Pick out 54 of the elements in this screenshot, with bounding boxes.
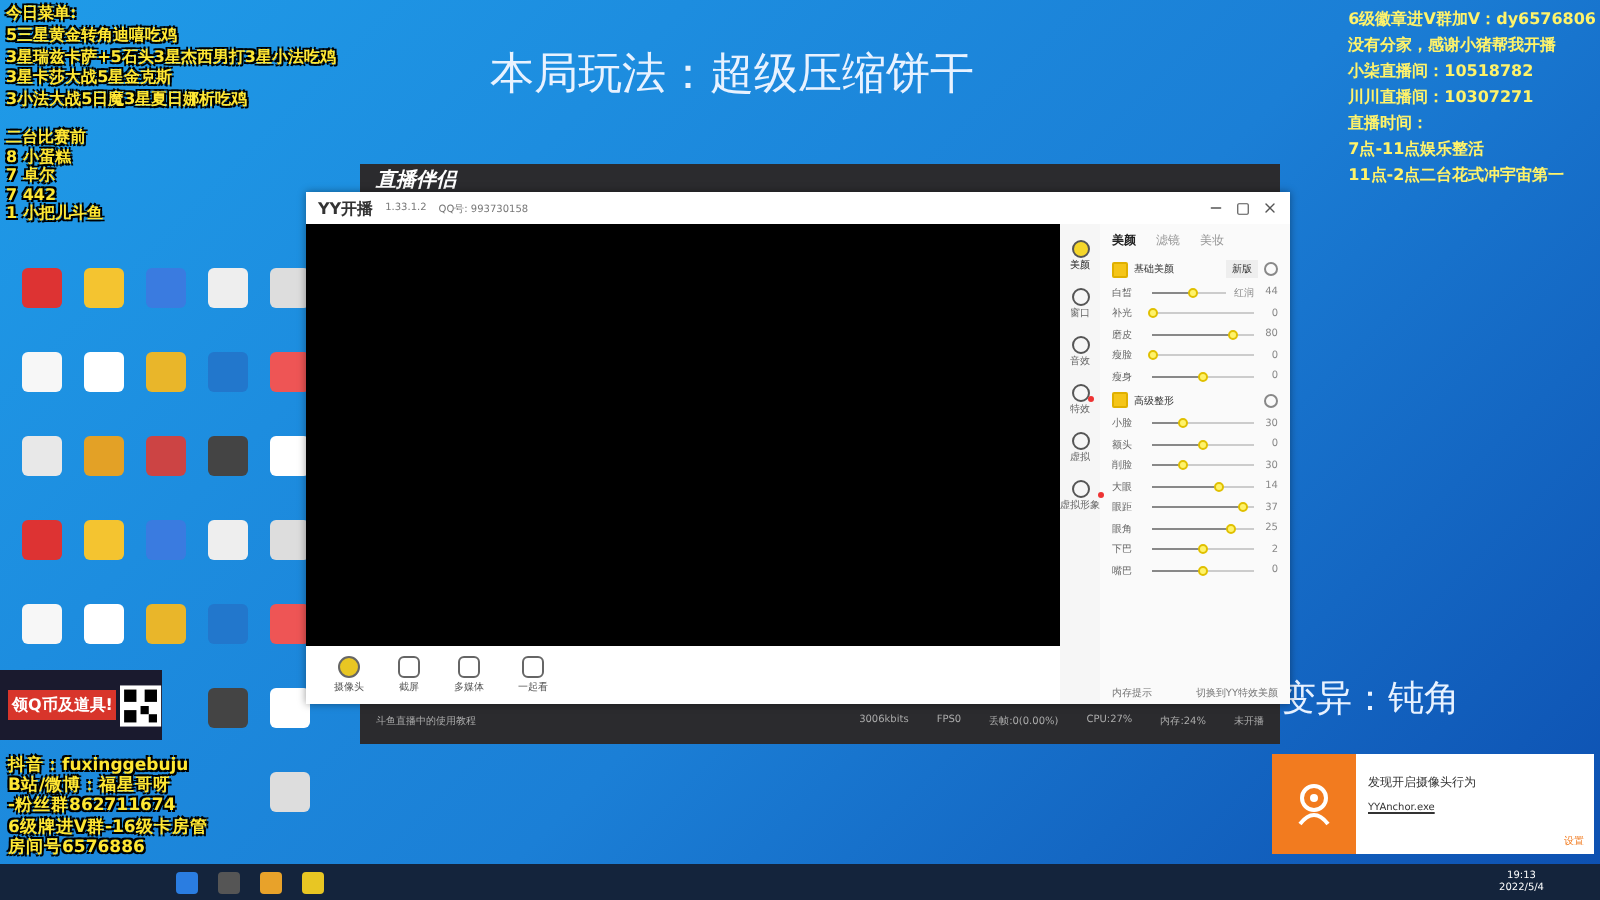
overlay-text: 房间号6576886 xyxy=(8,837,145,858)
window-title: YY开播 xyxy=(318,197,374,219)
slider-thumb[interactable] xyxy=(1147,308,1157,319)
slider-thumb[interactable] xyxy=(1198,439,1208,450)
overlay-text: 11点-2点二台花式冲宇宙第一 xyxy=(1348,164,1565,188)
taskbar-icon[interactable] xyxy=(176,871,198,893)
overlay-text: 7点-11点娱乐整活 xyxy=(1348,138,1485,162)
overlay-text: 7 442 xyxy=(6,185,57,204)
slider-thumb[interactable] xyxy=(1228,329,1239,340)
slider-thumb[interactable] xyxy=(1177,460,1188,471)
desktop-icon[interactable] xyxy=(270,352,310,392)
overlay-text: 7 卓尔 xyxy=(6,166,55,186)
qr-code-icon xyxy=(120,679,162,731)
overlay-text: 3小法大战5日魔3星夏日娜析吃鸡 xyxy=(6,90,248,112)
checkbox[interactable] xyxy=(1112,261,1128,277)
reset-icon[interactable] xyxy=(1264,393,1278,407)
overlay-text: 6级牌进V群-16级卡房管 xyxy=(8,817,208,838)
reset-icon[interactable] xyxy=(1264,262,1278,276)
slider-thumb[interactable] xyxy=(1213,481,1224,492)
overlay-text: 3星卡莎大战5星金克斯 xyxy=(6,68,173,90)
maximize-icon[interactable] xyxy=(1236,201,1250,215)
slider-thumb[interactable] xyxy=(1238,502,1249,513)
slider-thumb[interactable] xyxy=(1198,371,1208,382)
overlay-text: -粉丝群862711674 xyxy=(8,796,176,817)
overlay-text: 1 小把儿斗鱼 xyxy=(6,204,103,224)
overlay-text: 直播时间： xyxy=(1348,112,1429,136)
desktop-icon[interactable] xyxy=(270,436,310,476)
overlay-text: 8 小蛋糕 xyxy=(6,147,71,166)
close-icon[interactable] xyxy=(1262,200,1278,216)
slider-thumb[interactable] xyxy=(1147,350,1157,361)
desktop-icon[interactable] xyxy=(270,604,310,644)
slider-thumb[interactable] xyxy=(1226,523,1237,534)
desktop-icon[interactable] xyxy=(270,268,310,308)
desktop-icon[interactable] xyxy=(270,520,310,560)
game-mode-title: 本局玩法：超级压缩饼干 xyxy=(490,48,974,104)
overlay-text: 3星瑞兹卡萨+5石头3星杰西男打3星小法吃鸡 xyxy=(6,47,336,68)
slider-thumb[interactable] xyxy=(1177,418,1188,429)
overlay-text: 6级徽章进V群加V：dy6576806 xyxy=(1348,8,1596,32)
taskbar-icon[interactable] xyxy=(302,871,324,893)
overlay-text: 二台比赛前 xyxy=(6,127,86,148)
window-title: 直播伴侣 xyxy=(376,167,456,194)
overlay-text: 抖音：fuxinggebuju xyxy=(8,756,189,776)
slider-thumb[interactable] xyxy=(1198,544,1208,555)
overlay-text: 没有分家，感谢小猪帮我开播 xyxy=(1348,34,1557,58)
overlay-text: 川川直播间：10307271 xyxy=(1348,86,1534,110)
overlay-text: 小柒直播间：10518782 xyxy=(1348,60,1534,84)
overlay-text: B站/微博：福星哥呀 xyxy=(8,776,172,797)
slider-thumb[interactable] xyxy=(1198,565,1208,576)
checkbox[interactable] xyxy=(1112,392,1128,408)
slider-thumb[interactable] xyxy=(1187,287,1198,298)
taskbar-icon[interactable] xyxy=(260,871,282,893)
overlay-text: 5三星黄金转角迪嘻吃鸡 xyxy=(6,25,178,48)
banner-text: 领Q币及道具! xyxy=(8,690,117,720)
overlay-text: 今日菜单: xyxy=(6,4,77,26)
